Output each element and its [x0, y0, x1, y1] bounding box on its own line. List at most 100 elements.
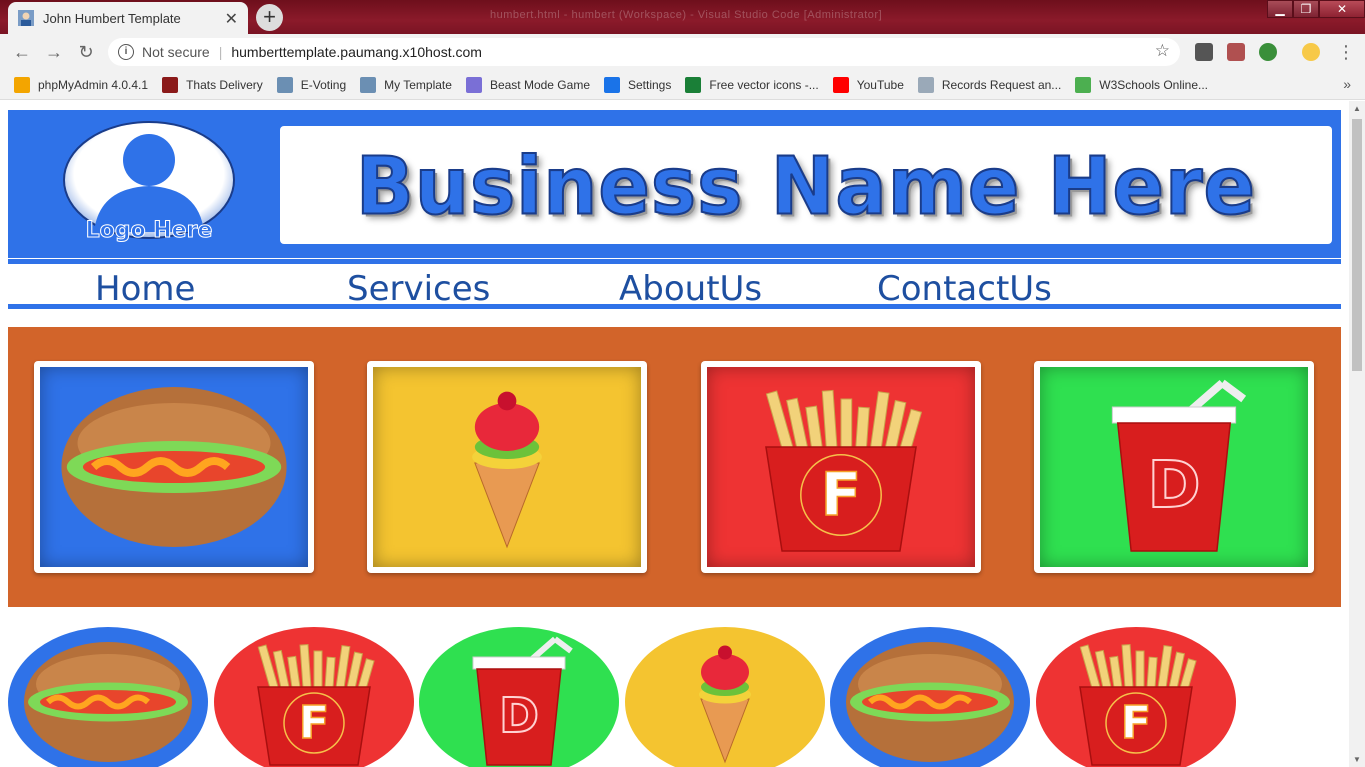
gallery-card-ice-cream[interactable]: [367, 361, 647, 573]
bookmarks-bar: phpMyAdmin 4.0.4.1 Thats Delivery E-Voting…: [0, 70, 1365, 100]
logo-text: Logo Here: [86, 218, 213, 243]
minimize-icon[interactable]: ▁: [1267, 0, 1293, 18]
nav-link-services[interactable]: Services: [347, 269, 490, 309]
window-title-ghost: humbert.html - humbert (Workspace) - Vis…: [490, 9, 883, 21]
thumbnail-hotdog[interactable]: [830, 627, 1030, 767]
svg-text:D: D: [499, 688, 539, 744]
gallery-image: D: [1040, 367, 1308, 567]
site-header: Logo Here Business Name Here: [8, 110, 1341, 258]
url-text[interactable]: humberttemplate.paumang.x10host.com: [231, 44, 482, 60]
bookmark-item[interactable]: E-Voting: [276, 76, 347, 93]
bookmark-favicon-icon: [465, 76, 482, 93]
bookmark-favicon-icon: [162, 76, 179, 93]
gallery-image: [373, 367, 641, 567]
plus-icon: +: [263, 4, 276, 29]
divider: |: [218, 44, 223, 60]
bookmark-item[interactable]: Settings: [604, 76, 671, 93]
bookmark-item[interactable]: Records Request an...: [917, 76, 1062, 93]
thumbnail-ice-cream[interactable]: [625, 627, 825, 767]
main-nav: Home Services AboutUs ContactUs: [8, 259, 1341, 309]
address-bar[interactable]: i Not secure | humberttemplate.paumang.x…: [108, 38, 1180, 66]
bookmark-label: YouTube: [856, 77, 904, 92]
nav-link-aboutus[interactable]: AboutUs: [619, 269, 762, 309]
bookmark-label: My Template: [384, 77, 452, 92]
globe-extension-icon[interactable]: [1259, 43, 1277, 61]
svg-text:D: D: [1147, 449, 1200, 523]
svg-text:F: F: [299, 696, 330, 749]
profile-favicon-icon: [18, 10, 34, 26]
browser-tab[interactable]: John Humbert Template ✕: [8, 2, 248, 34]
bookmark-item[interactable]: YouTube: [832, 76, 904, 93]
browser-toolbar: ← → ↻ i Not secure | humberttemplate.pau…: [0, 34, 1365, 70]
bookmark-label: E-Voting: [300, 77, 347, 92]
bookmark-label: W3Schools Online...: [1099, 77, 1209, 92]
logo[interactable]: Logo Here: [54, 120, 244, 248]
bookmark-favicon-icon: [360, 76, 377, 93]
bookmark-favicon-icon: [604, 76, 620, 93]
bookmark-favicon-icon: [832, 76, 849, 93]
profile-avatar-icon[interactable]: [1302, 43, 1320, 61]
tab-title: John Humbert Template: [43, 10, 181, 26]
gallery-card-hotdog[interactable]: [34, 361, 314, 573]
security-label: Not secure: [142, 44, 210, 60]
download-extension-icon[interactable]: [1195, 43, 1213, 61]
bookmark-favicon-icon: [276, 76, 293, 93]
scroll-up-icon[interactable]: ▲: [1353, 104, 1361, 113]
bookmark-label: Records Request an...: [941, 77, 1062, 92]
new-tab-button[interactable]: +: [256, 4, 283, 31]
bookmark-item[interactable]: Free vector icons -...: [685, 76, 819, 93]
ice-cream-icon: [699, 645, 751, 764]
back-arrow-icon[interactable]: ←: [10, 40, 34, 64]
bookmark-favicon-icon: [917, 76, 934, 93]
page-viewport: Logo Here Business Name Here Home Service…: [0, 101, 1349, 767]
thumbnail-hotdog[interactable]: [8, 627, 208, 767]
reload-icon[interactable]: ↻: [74, 40, 98, 64]
browser-titlebar: John Humbert Template ✕ + humbert.html -…: [0, 0, 1365, 34]
svg-text:F: F: [1121, 696, 1152, 749]
thumbnail-drink[interactable]: D: [419, 627, 619, 767]
drink-icon: D: [1111, 379, 1247, 552]
ice-cream-icon: [472, 391, 542, 549]
business-banner: Business Name Here: [280, 126, 1332, 244]
bookmark-label: phpMyAdmin 4.0.4.1: [38, 77, 149, 92]
gallery-card-fries[interactable]: F: [701, 361, 981, 573]
scrollbar-thumb[interactable]: [1352, 119, 1362, 371]
nav-link-contactus[interactable]: ContactUs: [877, 269, 1052, 309]
bookmark-item[interactable]: phpMyAdmin 4.0.4.1: [14, 76, 149, 93]
gallery-image: [40, 367, 308, 567]
bookmark-favicon-icon: [685, 76, 702, 93]
svg-text:F: F: [821, 460, 862, 530]
window-close-icon[interactable]: ✕: [1319, 0, 1365, 18]
hotdog-icon: [24, 642, 192, 762]
gallery-image: F: [707, 367, 975, 567]
bookmark-item[interactable]: Beast Mode Game: [465, 76, 590, 93]
bookmarks-overflow-icon[interactable]: »: [1343, 76, 1351, 92]
bookmark-label: Free vector icons -...: [709, 77, 819, 92]
bookmark-item[interactable]: W3Schools Online...: [1075, 76, 1209, 93]
tab-close-icon[interactable]: ✕: [225, 9, 238, 29]
fries-icon: F: [257, 644, 375, 766]
thumbnail-fries[interactable]: F: [1036, 627, 1236, 767]
thumbnail-fries[interactable]: F: [214, 627, 414, 767]
bookmark-favicon-icon: [14, 76, 30, 93]
pdf-extension-icon[interactable]: [1227, 43, 1245, 61]
hotdog-icon: [61, 387, 287, 547]
fries-icon: F: [1079, 644, 1197, 766]
restore-icon[interactable]: ❐: [1293, 0, 1319, 18]
business-name: Business Name Here: [355, 137, 1257, 233]
gallery-card-drink[interactable]: D: [1034, 361, 1314, 573]
bookmark-star-icon[interactable]: ☆: [1155, 41, 1170, 61]
window-controls: ▁ ❐ ✕: [1267, 0, 1365, 20]
featured-gallery: FD: [8, 327, 1341, 607]
drink-icon: D: [472, 636, 573, 766]
bookmark-label: Beast Mode Game: [489, 77, 590, 92]
page-scrollbar[interactable]: ▲ ▼: [1349, 101, 1365, 767]
info-icon[interactable]: i: [118, 44, 134, 60]
forward-arrow-icon[interactable]: →: [42, 40, 66, 64]
hotdog-icon: [846, 642, 1014, 762]
bookmark-item[interactable]: My Template: [360, 76, 452, 93]
menu-kebab-icon[interactable]: ⋮: [1334, 40, 1358, 64]
nav-link-home[interactable]: Home: [95, 269, 195, 309]
bookmark-item[interactable]: Thats Delivery: [162, 76, 263, 93]
scroll-down-icon[interactable]: ▼: [1353, 755, 1361, 764]
